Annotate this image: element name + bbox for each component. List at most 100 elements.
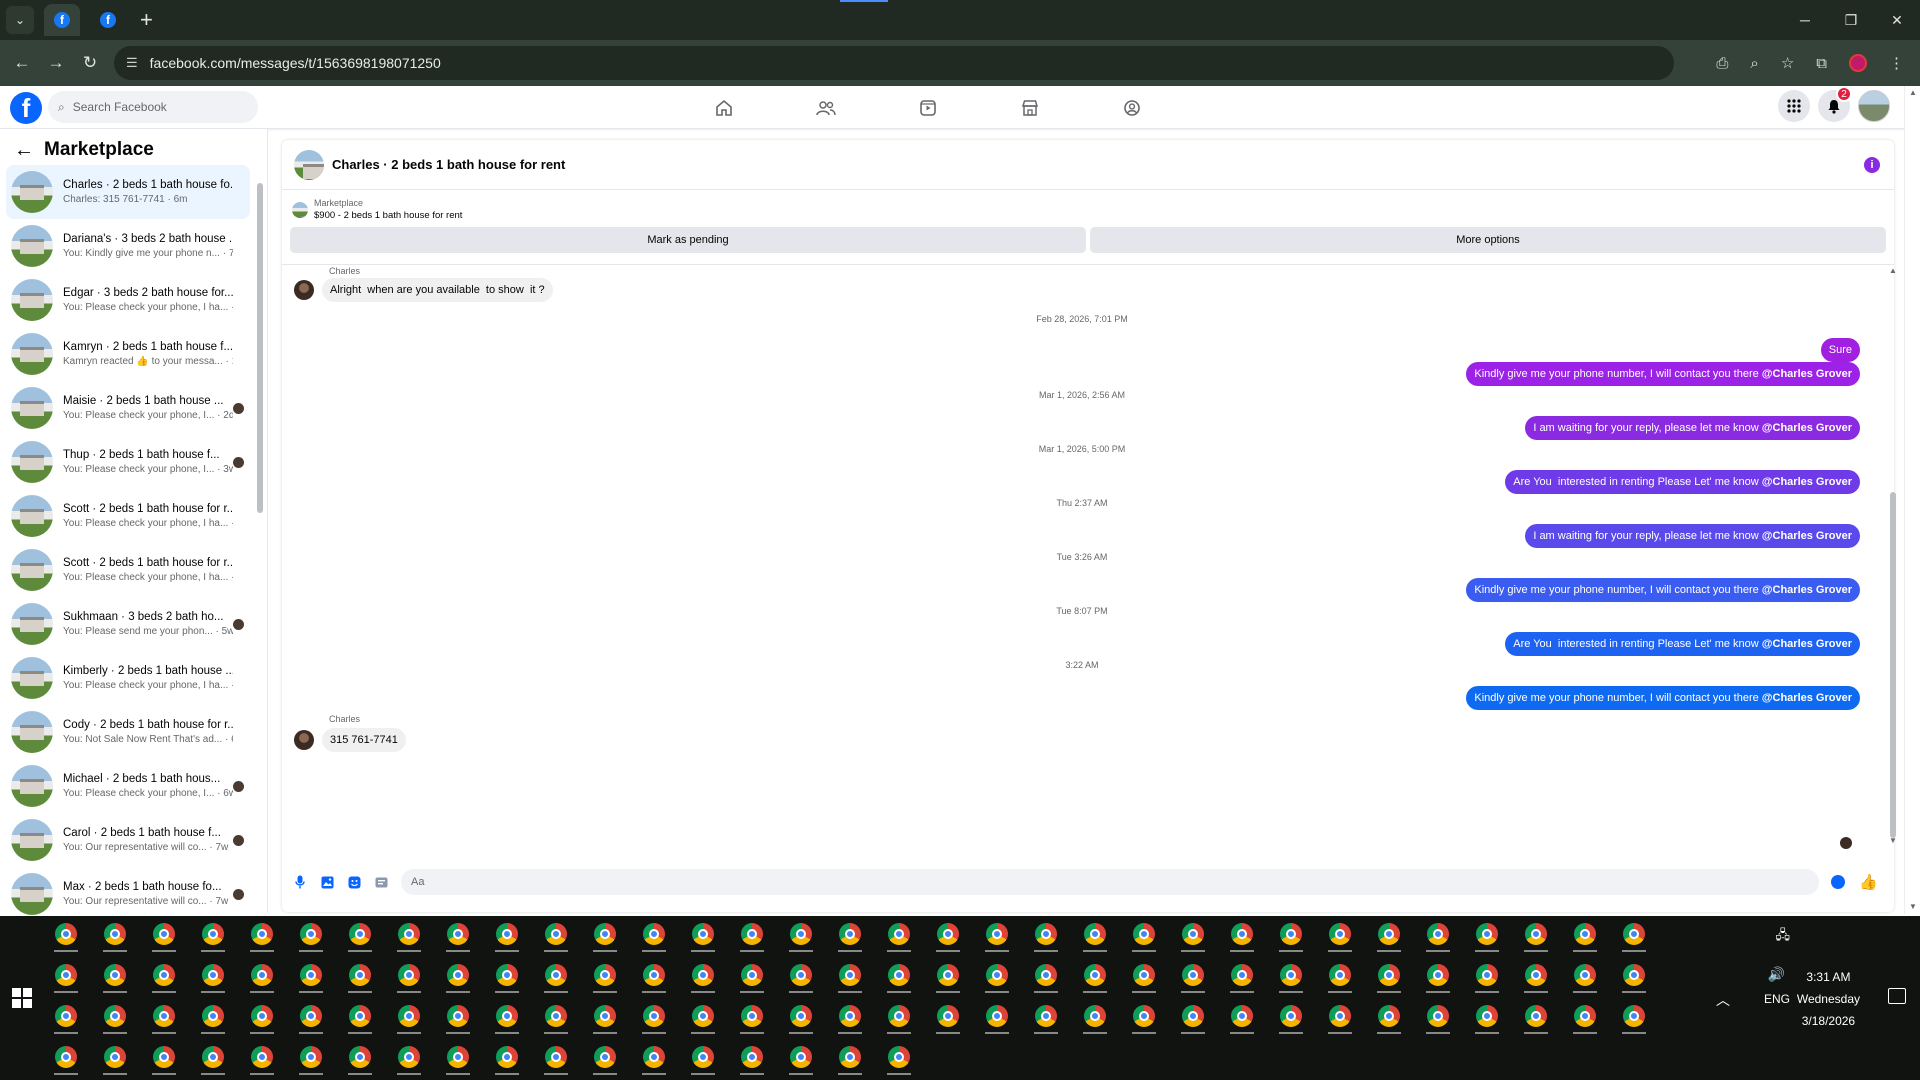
account-avatar[interactable]: [1858, 90, 1890, 122]
restore-icon[interactable]: ❐: [1828, 0, 1874, 40]
outgoing-message[interactable]: Kindly give me your phone number, I will…: [1466, 578, 1860, 602]
chrome-taskbar-icon[interactable]: [640, 1043, 668, 1075]
chrome-taskbar-icon[interactable]: [591, 920, 619, 952]
chrome-taskbar-icon[interactable]: [885, 1002, 913, 1034]
minimize-icon[interactable]: ─: [1782, 0, 1828, 40]
chrome-taskbar-icon[interactable]: [836, 961, 864, 993]
sidebar-scrollbar[interactable]: [256, 173, 264, 913]
outgoing-message[interactable]: Sure: [1820, 338, 1860, 362]
facebook-logo-icon[interactable]: f: [10, 92, 42, 124]
notifications-bell-icon[interactable]: 2: [1818, 86, 1852, 122]
chrome-taskbar-icon[interactable]: [395, 1043, 423, 1075]
chrome-taskbar-icon[interactable]: [934, 920, 962, 952]
chrome-taskbar-icon[interactable]: [1277, 920, 1305, 952]
chrome-taskbar-icon[interactable]: [738, 961, 766, 993]
chrome-taskbar-icon[interactable]: [1032, 1002, 1060, 1034]
conversation-item[interactable]: Max · 2 beds 1 bath house fo... You: Our …: [6, 867, 250, 921]
conversation-item[interactable]: Charles · 2 beds 1 bath house fo... Charl…: [6, 165, 250, 219]
outgoing-message[interactable]: I am waiting for your reply, please let …: [1525, 524, 1860, 548]
conversation-item[interactable]: Thup · 2 beds 1 bath house f... You: Plea…: [6, 435, 250, 489]
chrome-taskbar-icon[interactable]: [542, 1002, 570, 1034]
network-icon[interactable]: 🖧: [1776, 926, 1791, 948]
chrome-taskbar-icon[interactable]: [346, 961, 374, 993]
chrome-taskbar-icon[interactable]: [1473, 1002, 1501, 1034]
page-scroll-up-icon[interactable]: ▲: [1909, 88, 1917, 97]
tray-expand-icon[interactable]: ︿: [1716, 990, 1730, 1010]
chrome-taskbar-icon[interactable]: [1424, 1002, 1452, 1034]
scroll-up-icon[interactable]: ▲: [1888, 266, 1898, 275]
chrome-taskbar-icon[interactable]: [542, 920, 570, 952]
chrome-taskbar-icon[interactable]: [591, 1002, 619, 1034]
chrome-taskbar-icon[interactable]: [885, 961, 913, 993]
chrome-taskbar-icon[interactable]: [493, 1043, 521, 1075]
extensions-icon[interactable]: ⧉: [1816, 55, 1827, 72]
address-bar[interactable]: ☰ facebook.com/messages/t/15636981980712…: [114, 46, 1674, 80]
outgoing-message[interactable]: Are You interested in renting Please Let…: [1505, 632, 1860, 656]
chrome-taskbar-icon[interactable]: [1179, 920, 1207, 952]
conversation-item[interactable]: Sukhmaan · 3 beds 2 bath ho... You: Pleas…: [6, 597, 250, 651]
chrome-taskbar-icon[interactable]: [493, 1002, 521, 1034]
scroll-down-icon[interactable]: ▼: [1888, 836, 1898, 845]
outgoing-message[interactable]: Kindly give me your phone number, I will…: [1466, 686, 1860, 710]
chrome-taskbar-icon[interactable]: [983, 920, 1011, 952]
chrome-taskbar-icon[interactable]: [983, 1002, 1011, 1034]
outgoing-message[interactable]: I am waiting for your reply, please let …: [1525, 416, 1860, 440]
browser-tab-2[interactable]: f: [90, 4, 126, 36]
chrome-taskbar-icon[interactable]: [297, 920, 325, 952]
chrome-taskbar-icon[interactable]: [101, 1002, 129, 1034]
message-input[interactable]: Aa: [401, 869, 1819, 895]
outgoing-message[interactable]: Kindly give me your phone number, I will…: [1466, 362, 1860, 386]
chrome-taskbar-icon[interactable]: [689, 1002, 717, 1034]
chrome-taskbar-icon[interactable]: [836, 1002, 864, 1034]
conversation-item[interactable]: Maisie · 2 beds 1 bath house ... You: Ple…: [6, 381, 250, 435]
chrome-taskbar-icon[interactable]: [738, 1002, 766, 1034]
conversation-item[interactable]: Michael · 2 beds 1 bath hous... You: Plea…: [6, 759, 250, 813]
conversation-item[interactable]: Kimberly · 2 beds 1 bath house ... You: P…: [6, 651, 250, 705]
chrome-taskbar-icon[interactable]: [1473, 961, 1501, 993]
mark-pending-button[interactable]: Mark as pending: [290, 227, 1086, 253]
chrome-taskbar-icon[interactable]: [346, 920, 374, 952]
chrome-taskbar-icon[interactable]: [101, 1043, 129, 1075]
chrome-taskbar-icon[interactable]: [493, 961, 521, 993]
conversation-item[interactable]: Dariana's · 3 beds 2 bath house ... You: …: [6, 219, 250, 273]
chrome-taskbar-icon[interactable]: [199, 1043, 227, 1075]
chrome-taskbar-icon[interactable]: [591, 961, 619, 993]
conversation-item[interactable]: Kamryn · 2 beds 1 bath house f... Kamryn …: [6, 327, 250, 381]
chrome-taskbar-icon[interactable]: [199, 961, 227, 993]
notification-center-icon[interactable]: [1888, 988, 1906, 1004]
chrome-taskbar-icon[interactable]: [101, 920, 129, 952]
marketplace-icon[interactable]: [1016, 94, 1044, 122]
chrome-taskbar-icon[interactable]: [787, 1002, 815, 1034]
listing-banner[interactable]: Marketplace $900 - 2 beds 1 bath house f…: [282, 190, 1894, 221]
info-icon[interactable]: i: [1864, 157, 1880, 173]
chrome-taskbar-icon[interactable]: [1081, 1002, 1109, 1034]
chrome-taskbar-icon[interactable]: [1228, 920, 1256, 952]
chrome-taskbar-icon[interactable]: [101, 961, 129, 993]
sender-avatar[interactable]: [294, 280, 314, 300]
sidebar-scroll-thumb[interactable]: [257, 183, 263, 513]
chrome-taskbar-icon[interactable]: [1424, 920, 1452, 952]
chrome-taskbar-icon[interactable]: [150, 1002, 178, 1034]
chrome-taskbar-icon[interactable]: [1326, 920, 1354, 952]
mention[interactable]: @Charles Grover: [1762, 692, 1852, 704]
chrome-taskbar-icon[interactable]: [1130, 1002, 1158, 1034]
mention[interactable]: @Charles Grover: [1762, 584, 1852, 596]
search-input[interactable]: ⌕ Search Facebook: [48, 91, 258, 123]
page-scroll-down-icon[interactable]: ▼: [1909, 902, 1917, 911]
chrome-taskbar-icon[interactable]: [542, 1043, 570, 1075]
mention[interactable]: @Charles Grover: [1762, 638, 1852, 650]
chrome-taskbar-icon[interactable]: [787, 920, 815, 952]
menu-icon[interactable]: ⋮: [1889, 54, 1904, 72]
chrome-taskbar-icon[interactable]: [836, 920, 864, 952]
mention[interactable]: @Charles Grover: [1762, 422, 1852, 434]
chrome-taskbar-icon[interactable]: [983, 961, 1011, 993]
chrome-taskbar-icon[interactable]: [1228, 1002, 1256, 1034]
chrome-taskbar-icon[interactable]: [689, 961, 717, 993]
chrome-taskbar-icon[interactable]: [346, 1043, 374, 1075]
chrome-taskbar-icon[interactable]: [640, 1002, 668, 1034]
chrome-taskbar-icon[interactable]: [1473, 920, 1501, 952]
menu-grid-icon[interactable]: [1778, 90, 1810, 122]
thread-scrollbar[interactable]: ▲ ▼: [1888, 266, 1898, 846]
mention[interactable]: @Charles Grover: [1762, 530, 1852, 542]
chrome-taskbar-icon[interactable]: [1375, 1002, 1403, 1034]
